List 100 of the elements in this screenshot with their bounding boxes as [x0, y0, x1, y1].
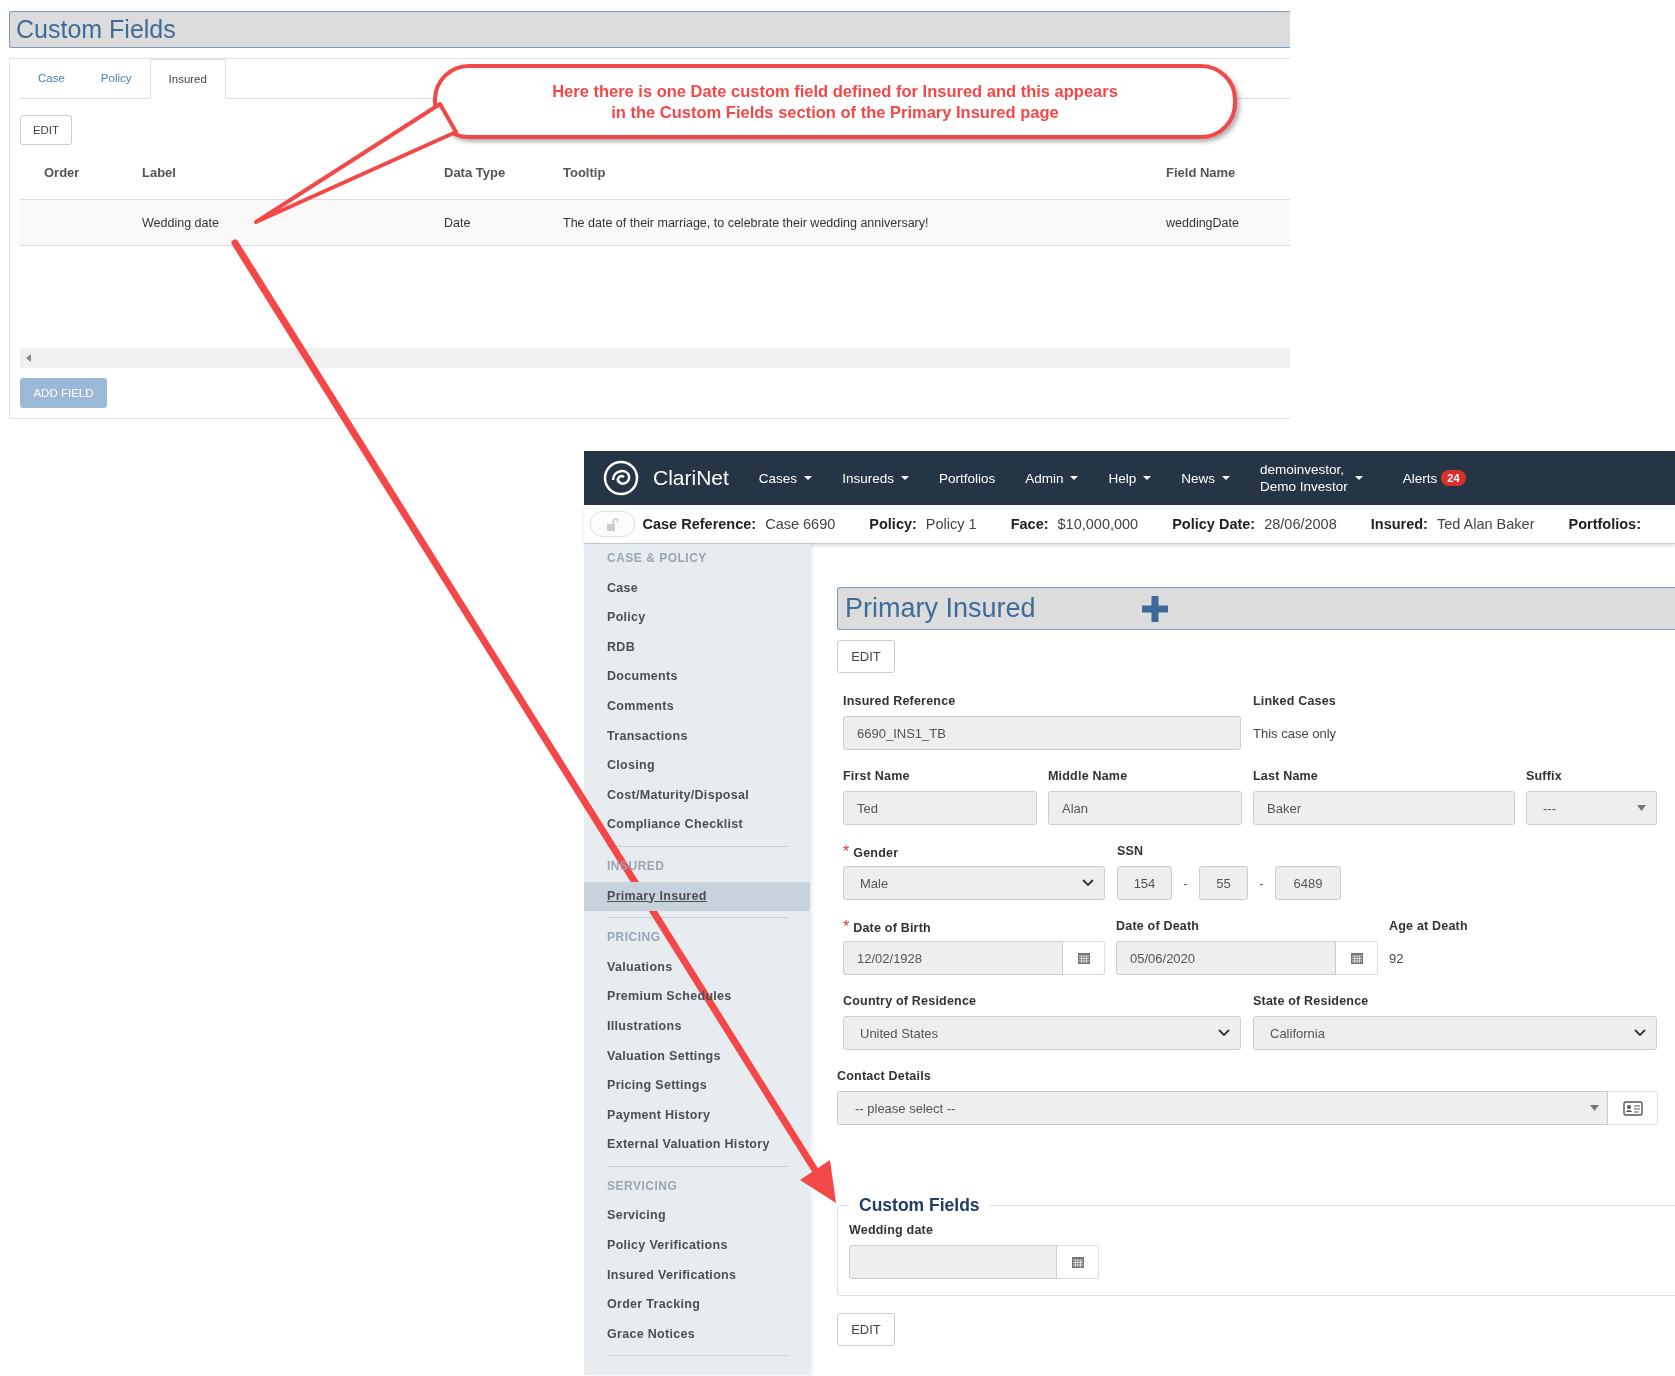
- sidebar-item[interactable]: Cost/Maturity/Disposal: [584, 780, 810, 811]
- swirl-logo-icon: [603, 460, 639, 496]
- contact-card-button[interactable]: [1608, 1091, 1658, 1125]
- info-label: Policy:: [869, 516, 917, 532]
- separator: -: [1258, 875, 1265, 891]
- field-label: Age at Death: [1389, 918, 1468, 934]
- date-input[interactable]: [849, 1245, 1057, 1279]
- nav-menu-item[interactable]: News: [1181, 470, 1230, 486]
- alerts-link[interactable]: Alerts: [1402, 470, 1438, 486]
- sidebar-item[interactable]: External Valuation History: [584, 1130, 810, 1160]
- panel-title: Custom Fields: [9, 11, 1290, 48]
- sidebar-item[interactable]: Pricing Settings: [584, 1071, 810, 1101]
- info-label: Portfolios:: [1568, 516, 1641, 532]
- sidebar-item[interactable]: Grace Notices: [584, 1319, 810, 1350]
- calendar-icon: [1071, 1256, 1084, 1268]
- field-label: Insured Reference: [843, 693, 956, 709]
- select-field[interactable]: California: [1253, 1016, 1657, 1050]
- info-label: Case Reference:: [642, 516, 757, 532]
- edit-button[interactable]: EDIT: [837, 640, 895, 673]
- plus-icon[interactable]: [1141, 595, 1168, 622]
- sidebar-item[interactable]: Policy Verifications: [584, 1231, 810, 1261]
- sidebar-item[interactable]: Policy: [584, 603, 810, 633]
- sidebar-item[interactable]: Servicing: [584, 1201, 810, 1232]
- select-field[interactable]: -- please select --: [837, 1091, 1608, 1125]
- sidebar-item[interactable]: Compliance Checklist: [584, 810, 810, 840]
- sidebar-item[interactable]: Documents: [584, 662, 810, 692]
- nav-menu-item[interactable]: Help: [1108, 470, 1152, 486]
- tab[interactable]: Case: [20, 59, 83, 98]
- caret-down-icon: [1637, 805, 1646, 811]
- calendar-button[interactable]: [1336, 941, 1378, 975]
- field-label: Middle Name: [1048, 768, 1128, 784]
- sidebar-item[interactable]: RDB: [584, 632, 810, 663]
- separator: -: [1182, 875, 1189, 891]
- info-label: Face:: [1010, 516, 1049, 532]
- table-cell-text: Wedding date: [141, 215, 219, 230]
- select-field[interactable]: Male: [843, 866, 1105, 900]
- sidebar-item[interactable]: Illustrations: [584, 1011, 810, 1042]
- chevron-down-icon: [1634, 1029, 1646, 1037]
- select-field[interactable]: ---: [1526, 791, 1657, 825]
- alert-count: 24: [1441, 470, 1466, 486]
- tab[interactable]: Insured: [149, 59, 226, 99]
- edit-button[interactable]: EDIT: [20, 115, 72, 145]
- column-header: Order: [43, 164, 80, 180]
- sidebar-item[interactable]: Insured Verifications: [584, 1260, 810, 1291]
- date-input[interactable]: 05/06/2020: [1116, 941, 1336, 975]
- field-label: Gender: [853, 845, 899, 861]
- section-header: CASE & POLICY: [607, 551, 707, 565]
- table-cell-text: weddingDate: [1165, 215, 1239, 230]
- section-header: SERVICING: [607, 1178, 678, 1193]
- required-mark: *: [843, 918, 850, 936]
- nav-menu-item[interactable]: Insureds: [842, 470, 909, 486]
- info-value: $10,000,000: [1057, 516, 1139, 532]
- nav-menu-item[interactable]: Admin: [1025, 470, 1079, 486]
- sidebar-item[interactable]: Primary Insured: [584, 881, 810, 912]
- field-value: 92: [1389, 949, 1405, 968]
- edit-button[interactable]: EDIT: [837, 1313, 895, 1346]
- select-field[interactable]: United States: [843, 1016, 1241, 1050]
- sidebar-item[interactable]: Case: [584, 573, 810, 604]
- nav-menu-item[interactable]: Cases: [758, 470, 813, 486]
- ssn-input[interactable]: 154: [1117, 866, 1172, 900]
- lock-toggle[interactable]: [590, 511, 635, 537]
- brand-name[interactable]: ClariNet: [653, 466, 729, 490]
- field-label: Suffix: [1526, 768, 1562, 784]
- nav-menu-item[interactable]: Portfolios: [938, 470, 996, 486]
- chevron-down-icon: [1082, 879, 1094, 887]
- input-field[interactable]: 6690_INS1_TB: [843, 716, 1241, 750]
- info-value: Policy 1: [925, 516, 977, 532]
- field-label: SSN: [1117, 843, 1144, 859]
- input-field[interactable]: Baker: [1253, 791, 1515, 825]
- date-input[interactable]: 12/02/1928: [843, 941, 1063, 975]
- sidebar-item[interactable]: Comments: [584, 691, 810, 722]
- sidebar-item[interactable]: Payment History: [584, 1100, 810, 1131]
- calendar-icon: [1350, 952, 1363, 964]
- info-value: Case 6690: [765, 516, 836, 532]
- required-mark: *: [843, 843, 850, 861]
- tab[interactable]: Policy: [82, 59, 150, 98]
- ssn-input[interactable]: 6489: [1275, 866, 1341, 900]
- input-field[interactable]: Alan: [1048, 791, 1242, 825]
- sidebar-item[interactable]: Closing: [584, 751, 810, 781]
- page-title: Primary Insured: [845, 593, 1036, 624]
- info-label: Insured:: [1370, 516, 1428, 532]
- scroll-left-icon[interactable]: [26, 354, 31, 362]
- sidebar-item[interactable]: Valuation Settings: [584, 1041, 810, 1072]
- field-label: Last Name: [1253, 768, 1319, 784]
- sidebar-item[interactable]: Order Tracking: [584, 1290, 810, 1320]
- field-label: Date of Birth: [853, 920, 931, 936]
- column-header: Field Name: [1165, 164, 1236, 180]
- section-header: PRICING: [607, 930, 661, 945]
- field-label: First Name: [843, 768, 910, 784]
- table-cell-text: The date of their marriage, to celebrate their wedding anniversary!: [562, 215, 929, 230]
- sidebar-item[interactable]: Transactions: [584, 721, 810, 752]
- info-label: Policy Date:: [1172, 516, 1256, 532]
- sidebar-item[interactable]: Valuations: [584, 952, 810, 983]
- column-header: Label: [141, 164, 176, 180]
- calendar-button[interactable]: [1063, 941, 1105, 975]
- user-menu[interactable]: demoinvestor, Demo Investor: [1260, 461, 1363, 495]
- calendar-button[interactable]: [1057, 1245, 1099, 1279]
- ssn-input[interactable]: 55: [1199, 866, 1248, 900]
- input-field[interactable]: Ted: [843, 791, 1037, 825]
- horizontal-scrollbar[interactable]: [20, 348, 1290, 368]
